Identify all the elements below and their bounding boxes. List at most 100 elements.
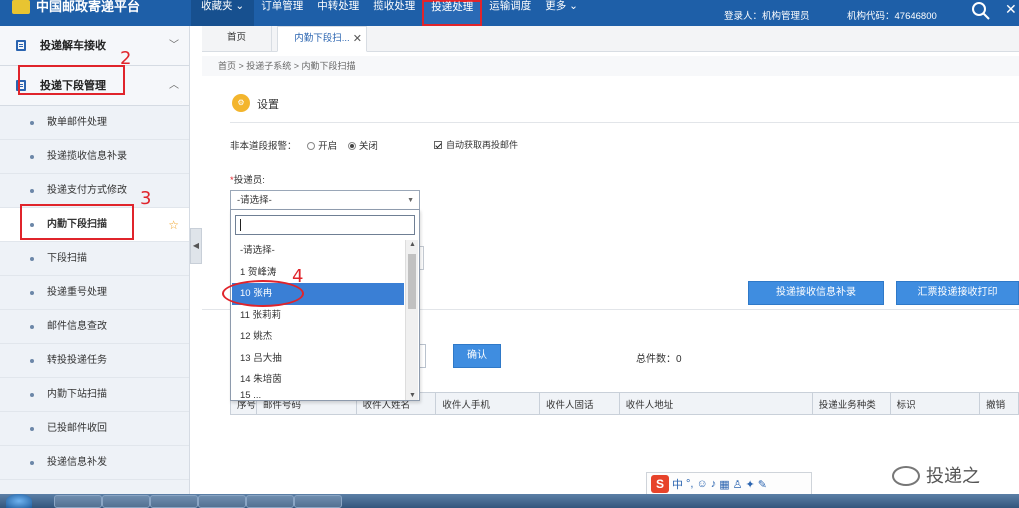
close-icon[interactable]: ✕: [1005, 1, 1017, 18]
shirt-icon[interactable]: ✦: [745, 478, 754, 491]
nav-delivery[interactable]: 投递处理: [422, 0, 483, 26]
radio-alarm-on[interactable]: [307, 142, 316, 150]
nav-transport[interactable]: 运输调度: [482, 0, 538, 26]
keyboard-icon[interactable]: ▦: [719, 478, 729, 491]
ime-toolbar: S 中 °, ☺ ♪ ▦ ♙ ✦ ✎: [646, 472, 812, 496]
dropdown-options: -请选择- 1 贺峰涛 10 张冉 11 张莉莉 12 姚杰 13 吕大抽 14…: [232, 240, 404, 401]
scroll-up-icon[interactable]: ▲: [409, 241, 416, 248]
taskbar-word[interactable]: [246, 495, 294, 508]
document-icon: [16, 40, 26, 51]
post-logo-icon: [12, 0, 30, 14]
courier-dropdown: -请选择- 1 贺峰涛 10 张冉 11 张莉莉 12 姚杰 13 吕大抽 14…: [230, 209, 420, 401]
sidebar-item[interactable]: 邮件信息查改: [0, 310, 189, 344]
nav-pickup[interactable]: 揽收处理: [366, 0, 422, 26]
close-tab-icon[interactable]: ✕: [353, 27, 362, 51]
sidebar-group-unloading[interactable]: 投递解车接收 ﹀: [0, 26, 189, 66]
partial-input[interactable]: [420, 246, 424, 270]
sidebar-item[interactable]: 投递揽收信息补录: [0, 140, 189, 174]
confirm-button[interactable]: 确认: [453, 344, 501, 368]
list-item[interactable]: 14 朱培茵: [232, 369, 404, 391]
list-item[interactable]: 15 ...: [232, 391, 404, 401]
scroll-down-icon[interactable]: ▼: [409, 392, 416, 399]
col-recipient-phone: 收件人固话: [538, 392, 620, 415]
chevron-up-icon: ︿: [169, 80, 179, 91]
col-flag: 标识: [889, 392, 981, 415]
list-item[interactable]: 12 姚杰: [232, 326, 404, 348]
sidebar-item[interactable]: 散单邮件处理: [0, 106, 189, 140]
breadcrumb: 首页 > 投递子系统 > 内勤下段扫描: [202, 56, 1019, 76]
list-item[interactable]: -请选择-: [232, 240, 404, 262]
bullet-icon: [30, 121, 34, 125]
col-business-type: 投递业务种类: [811, 392, 891, 415]
taskbar-ie[interactable]: [102, 495, 150, 508]
document-icon: [16, 80, 26, 91]
annotation-number-3: 3: [140, 188, 152, 209]
taskbar: [0, 494, 1019, 508]
bullet-icon: [30, 393, 34, 397]
top-bar: 中国邮政寄递平台 收藏夹 ⌄ 订单管理 中转处理 揽收处理 投递处理 运输调度 …: [0, 0, 1019, 26]
bullet-icon: [30, 189, 34, 193]
annotation-number-2: 2: [120, 48, 132, 69]
bullet-icon: [30, 427, 34, 431]
start-button[interactable]: [6, 494, 32, 508]
sidebar-group-segment-management[interactable]: 投递下段管理 ︿: [0, 66, 189, 106]
courier-label: *投递员:: [230, 175, 265, 186]
dropdown-scrollbar[interactable]: ▲ ▼: [405, 240, 418, 400]
emoji-icon[interactable]: ☺: [696, 478, 707, 490]
divider: [230, 122, 1019, 123]
top-nav: 收藏夹 ⌄ 订单管理 中转处理 揽收处理 投递处理 运输调度 更多 ⌄: [191, 0, 585, 26]
nav-favorites[interactable]: 收藏夹 ⌄: [191, 0, 255, 26]
sidebar-item[interactable]: 内勤下站扫描: [0, 378, 189, 412]
taskbar-app[interactable]: [150, 495, 198, 508]
user-icon[interactable]: ♙: [733, 478, 743, 491]
taskbar-explorer[interactable]: [54, 495, 102, 508]
col-revoke: 撤销: [979, 392, 1019, 415]
list-item[interactable]: 11 张莉莉: [232, 305, 404, 327]
login-user: 登录人：机构管理员: [724, 11, 810, 22]
app-logo: 中国邮政寄递平台: [12, 0, 140, 26]
sidebar: 投递解车接收 ﹀ 投递下段管理 ︿ 散单邮件处理 投递揽收信息补录 投递支付方式…: [0, 26, 190, 494]
wechat-logo-icon: [892, 466, 920, 486]
sidebar-item[interactable]: 转投投递任务: [0, 344, 189, 378]
wrench-icon[interactable]: ✎: [758, 478, 767, 491]
record-info-button[interactable]: 投递接收信息补录: [748, 281, 884, 305]
sidebar-item[interactable]: 投递支付方式修改: [0, 174, 189, 208]
auto-fetch-checkbox[interactable]: [434, 141, 442, 149]
sidebar-item[interactable]: 已投邮件收回: [0, 412, 189, 446]
sidebar-item-active[interactable]: 内勤下段扫描 ☆: [0, 208, 189, 242]
dropdown-search-input[interactable]: [235, 215, 415, 235]
radio-alarm-off[interactable]: [347, 142, 356, 150]
list-item-highlighted[interactable]: 10 张冉: [232, 283, 404, 305]
taskbar-chrome[interactable]: [198, 495, 246, 508]
tab-home[interactable]: 首页: [202, 26, 272, 52]
sidebar-collapse-handle[interactable]: ◀: [190, 228, 202, 264]
print-receipt-button[interactable]: 汇票投递接收打印: [896, 281, 1019, 305]
auto-fetch-option[interactable]: 自动获取再投邮件: [434, 138, 518, 151]
nav-transit[interactable]: 中转处理: [310, 0, 366, 26]
settings-icon: ⚙: [232, 94, 250, 112]
nav-order-management[interactable]: 订单管理: [254, 0, 310, 26]
annotation-number-4: 4: [292, 266, 304, 287]
bullet-icon: [30, 223, 34, 227]
watermark: 投递之: [892, 462, 980, 488]
sidebar-item[interactable]: 下段扫描: [0, 242, 189, 276]
list-item[interactable]: 13 吕大抽: [232, 348, 404, 370]
search-icon[interactable]: [970, 0, 992, 22]
sidebar-item[interactable]: 投递信息补发: [0, 446, 189, 480]
sidebar-item[interactable]: 投递重号处理: [0, 276, 189, 310]
mic-icon[interactable]: ♪: [711, 478, 717, 490]
list-item[interactable]: 1 贺峰涛: [232, 262, 404, 284]
sogou-logo-icon[interactable]: S: [651, 475, 669, 493]
bullet-icon: [30, 257, 34, 261]
star-icon[interactable]: ☆: [168, 208, 179, 242]
settings-title: 设置: [257, 99, 279, 111]
app-title: 中国邮政寄递平台: [36, 0, 141, 14]
chevron-down-icon: ﹀: [169, 40, 179, 51]
taskbar-excel[interactable]: [294, 495, 342, 508]
caret-down-icon: ▼: [407, 197, 414, 204]
scroll-thumb[interactable]: [408, 254, 416, 309]
col-recipient-mobile: 收件人手机: [435, 392, 540, 415]
tab-current[interactable]: 内勤下段扫... ✕: [277, 26, 367, 52]
nav-more[interactable]: 更多 ⌄: [538, 0, 585, 26]
total-count: 总件数：0: [636, 354, 682, 365]
